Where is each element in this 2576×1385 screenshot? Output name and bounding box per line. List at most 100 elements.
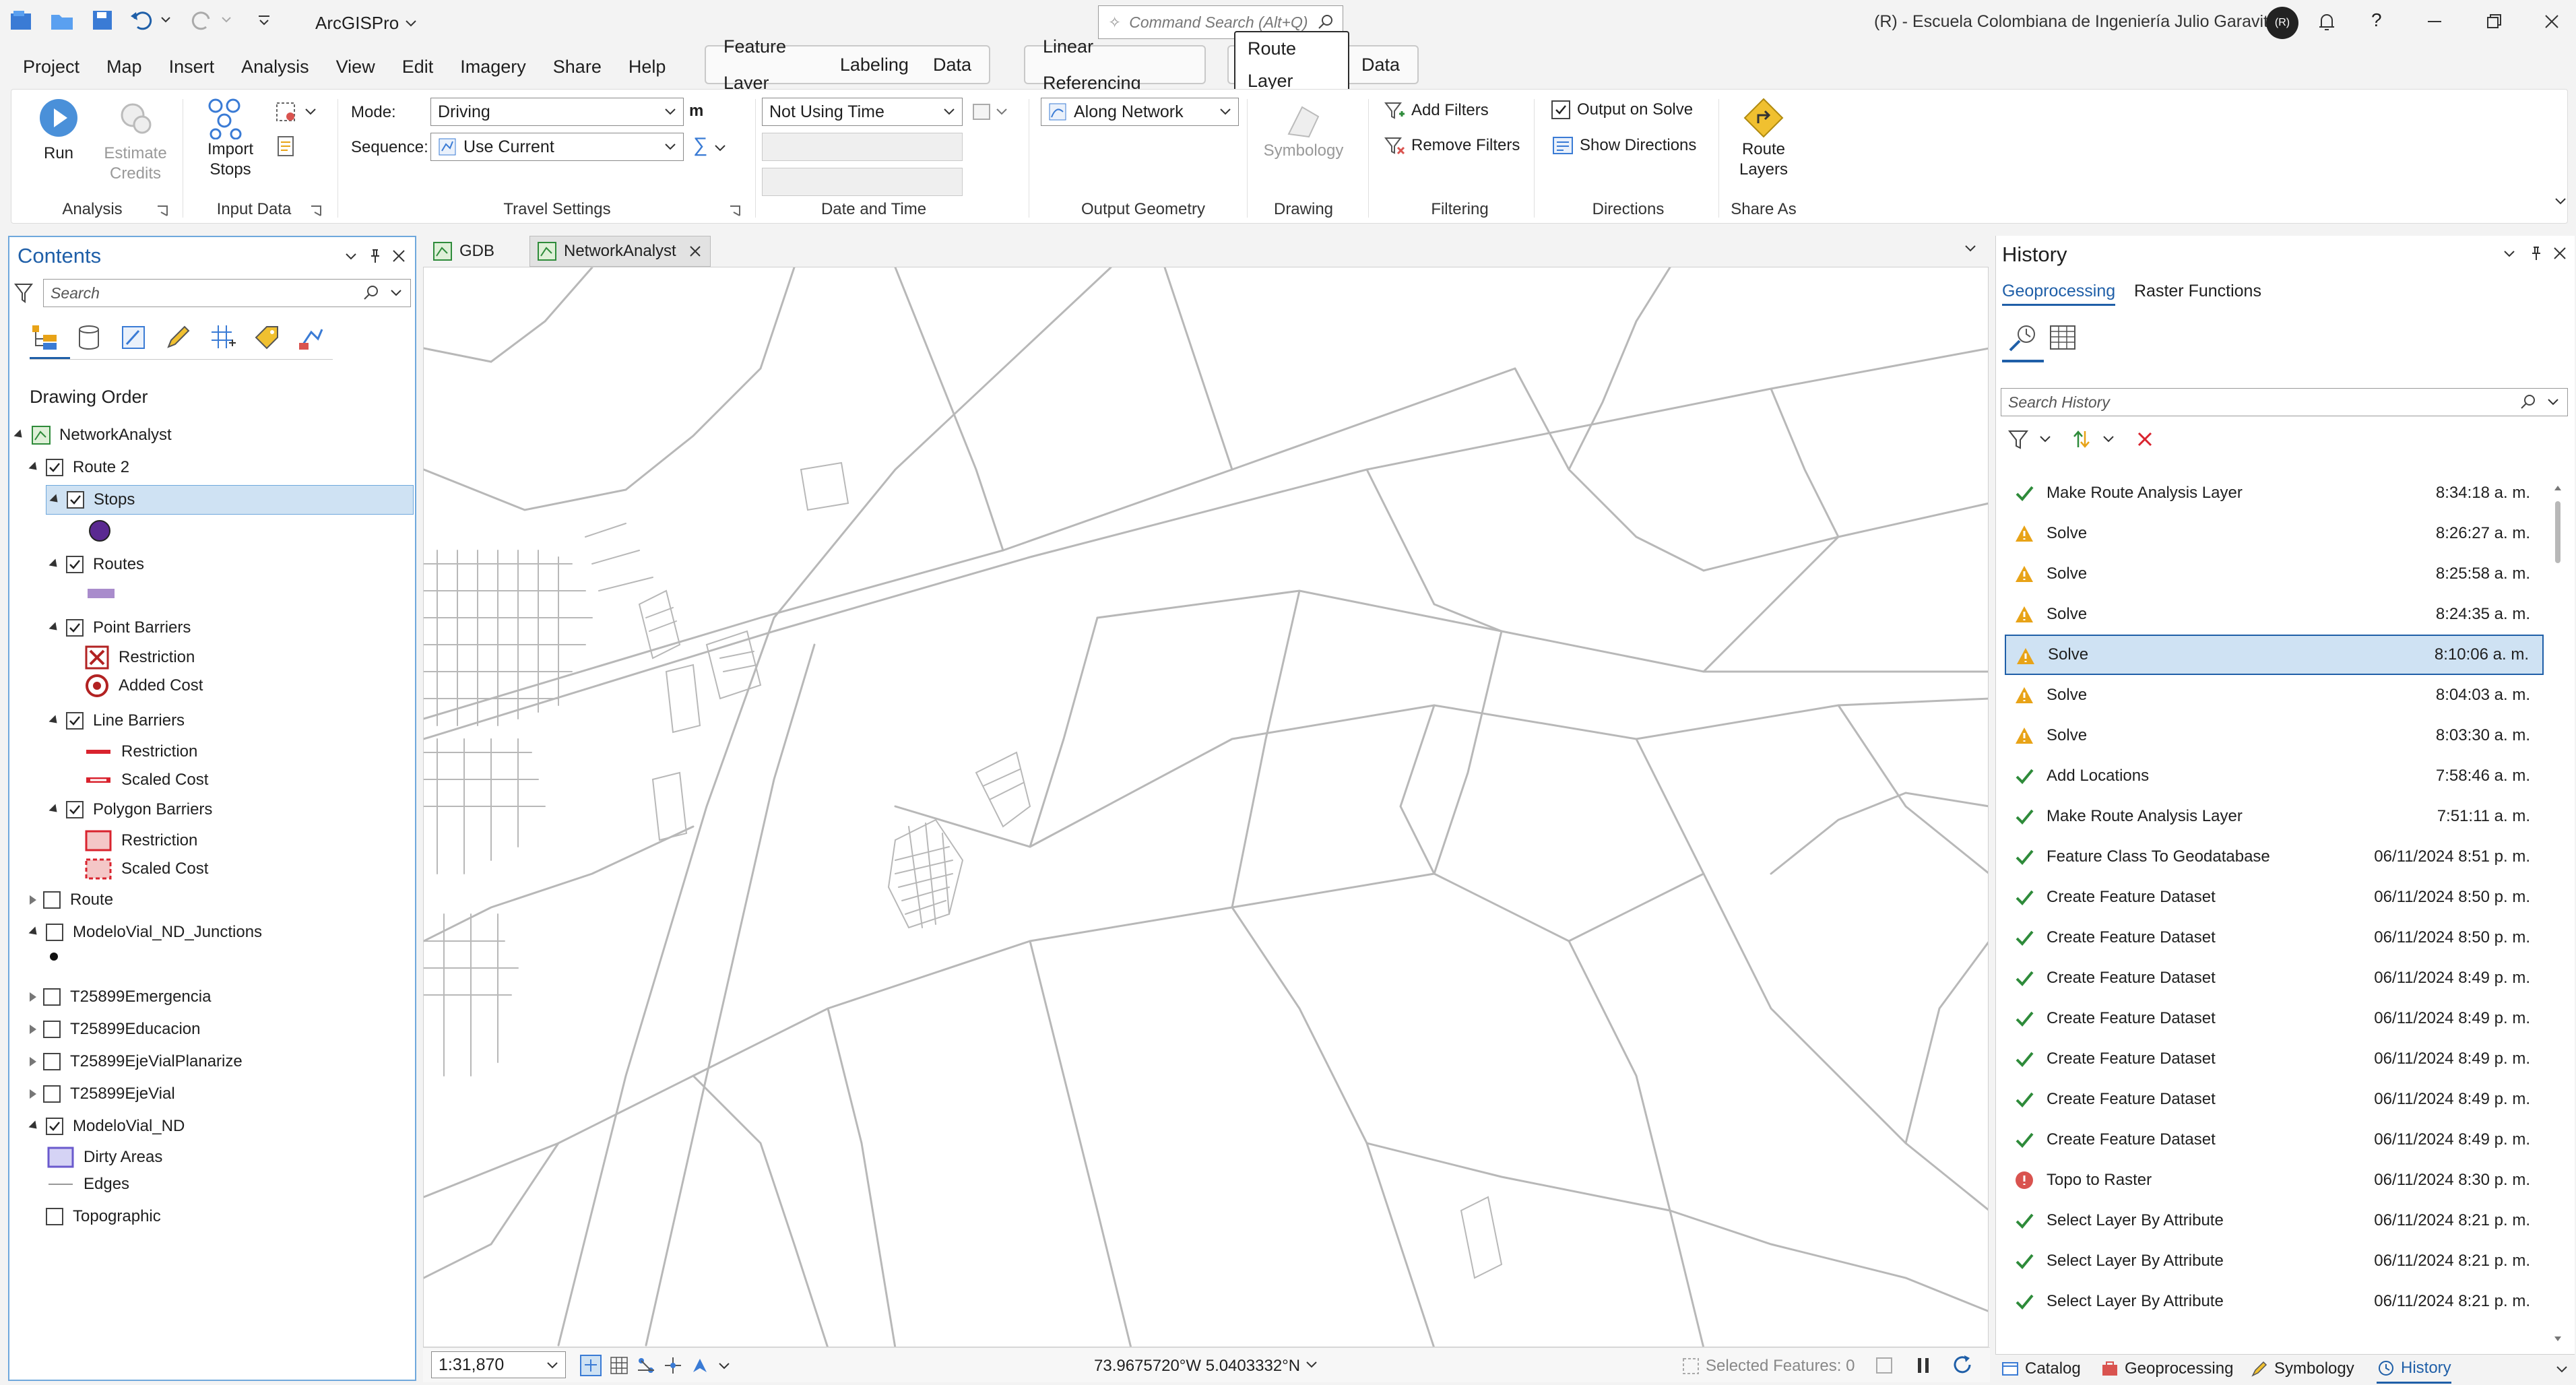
visibility-checkbox[interactable]	[43, 1053, 61, 1070]
history-scrollbar[interactable]	[2553, 482, 2563, 1345]
sequence-select[interactable]: Use Current	[430, 133, 684, 161]
expand-triangle-icon[interactable]	[30, 1025, 36, 1034]
tab-data[interactable]: Data	[921, 46, 984, 83]
tree-item-networkanalyst[interactable]: NetworkAnalyst	[9, 420, 414, 450]
tree-item-t25899ejevialplanarize[interactable]: T25899EjeVialPlanarize	[9, 1047, 414, 1076]
collapse-triangle-icon[interactable]	[28, 1120, 40, 1132]
sort-icon[interactable]	[2071, 428, 2092, 450]
bottom-tabs-dropdown-icon[interactable]	[2554, 1362, 2569, 1377]
tab-geoprocessing[interactable]: Geoprocessing	[2100, 1354, 2233, 1384]
visibility-checkbox[interactable]	[66, 619, 84, 637]
scale-select[interactable]: 1:31,870	[431, 1351, 566, 1378]
history-row[interactable]: Create Feature Dataset 06/11/2024 8:49 p.…	[2005, 1079, 2544, 1120]
history-row[interactable]: Create Feature Dataset 06/11/2024 8:49 p.…	[2005, 998, 2544, 1039]
tab-geoprocessing-history[interactable]: Geoprocessing	[2002, 282, 2116, 306]
expand-triangle-icon[interactable]	[30, 992, 36, 1002]
editing-icon[interactable]	[163, 323, 193, 352]
filter-icon[interactable]	[2007, 428, 2029, 450]
tab-labeling[interactable]: Labeling	[828, 46, 921, 83]
history-search-input[interactable]: Search History	[2001, 388, 2568, 416]
collapse-triangle-icon[interactable]	[49, 715, 61, 727]
run-button[interactable]: Run	[25, 96, 92, 164]
tree-item-t25899emergencia[interactable]: T25899Emergencia	[9, 982, 414, 1012]
history-view-icon[interactable]	[2005, 319, 2041, 356]
data-source-icon[interactable]	[74, 323, 104, 352]
collapse-triangle-icon[interactable]	[49, 622, 61, 634]
grid-icon[interactable]	[609, 1355, 629, 1376]
redo-dropdown-icon[interactable]	[220, 7, 236, 38]
tab-symbology[interactable]: Symbology	[2250, 1354, 2354, 1384]
analysis-launcher-icon[interactable]	[156, 204, 169, 218]
tab-raster-functions[interactable]: Raster Functions	[2134, 282, 2261, 301]
collapse-triangle-icon[interactable]	[49, 494, 61, 506]
sum-icon[interactable]: ∑	[693, 134, 707, 157]
contents-search-input[interactable]: Search	[43, 279, 411, 307]
menu-share[interactable]: Share	[540, 46, 615, 88]
history-row[interactable]: Add Locations 7:58:46 a. m.	[2005, 756, 2544, 796]
collapse-triangle-icon[interactable]	[49, 558, 61, 571]
menu-map[interactable]: Map	[93, 46, 156, 88]
restore-icon[interactable]	[2482, 9, 2506, 34]
tools-dropdown-icon[interactable]	[717, 1355, 732, 1376]
tab-networkanalyst[interactable]: NetworkAnalyst	[529, 236, 711, 267]
menu-insert[interactable]: Insert	[156, 46, 228, 88]
close-icon[interactable]	[2552, 245, 2568, 261]
tree-item-t25899educacion[interactable]: T25899Educacion	[9, 1014, 414, 1044]
collapse-triangle-icon[interactable]	[13, 429, 26, 441]
undo-icon[interactable]	[128, 7, 159, 38]
close-icon[interactable]	[391, 248, 407, 264]
visibility-checkbox[interactable]	[43, 891, 61, 909]
history-row[interactable]: Make Route Analysis Layer 8:34:18 a. m.	[2005, 473, 2544, 513]
remove-filters-button[interactable]: Remove Filters	[1383, 134, 1520, 157]
time-select[interactable]: Not Using Time	[762, 98, 963, 126]
history-row[interactable]: Topo to Raster 06/11/2024 8:30 p. m.	[2005, 1160, 2544, 1200]
tree-item-point-barriers[interactable]: Point Barriers	[46, 613, 414, 643]
filter-icon[interactable]	[13, 282, 34, 304]
save-icon[interactable]	[89, 7, 120, 38]
calendar-icon[interactable]	[972, 102, 992, 122]
close-tab-icon[interactable]	[687, 243, 703, 259]
scroll-down-icon[interactable]	[2553, 1334, 2563, 1345]
customize-qat-icon[interactable]	[256, 7, 276, 38]
expand-triangle-icon[interactable]	[30, 1057, 36, 1066]
app-title[interactable]: ArcGISPro	[315, 8, 419, 38]
menu-view[interactable]: View	[323, 46, 389, 88]
pane-options-icon[interactable]	[344, 249, 358, 264]
pause-drawing-icon[interactable]	[1913, 1355, 1933, 1376]
scroll-thumb[interactable]	[2555, 501, 2561, 563]
close-icon[interactable]	[2540, 9, 2564, 34]
clear-selection-icon[interactable]	[1874, 1355, 1894, 1376]
history-row[interactable]: Create Feature Dataset 06/11/2024 8:49 p.…	[2005, 1039, 2544, 1079]
snapping-toggle-icon[interactable]	[663, 1355, 683, 1376]
collapse-triangle-icon[interactable]	[49, 804, 61, 816]
history-row[interactable]: Solve 8:04:03 a. m.	[2005, 675, 2544, 715]
history-row[interactable]: Solve 8:26:27 a. m.	[2005, 513, 2544, 554]
history-row[interactable]: Create Feature Dataset 06/11/2024 8:49 p.…	[2005, 958, 2544, 998]
tab-gdb[interactable]: GDB	[426, 236, 501, 267]
menu-imagery[interactable]: Imagery	[447, 46, 540, 88]
scroll-up-icon[interactable]	[2553, 482, 2563, 493]
map-canvas[interactable]	[423, 267, 1989, 1347]
tree-item-routes[interactable]: Routes	[46, 550, 414, 579]
collapse-triangle-icon[interactable]	[28, 926, 40, 938]
tree-item-topographic[interactable]: Topographic	[9, 1202, 414, 1231]
minimize-icon[interactable]	[2422, 9, 2447, 34]
refresh-icon[interactable]	[1951, 1354, 1974, 1377]
history-row[interactable]: Select Layer By Attribute 06/11/2024 8:21…	[2005, 1200, 2544, 1241]
history-row[interactable]: Create Feature Dataset 06/11/2024 8:50 p.…	[2005, 877, 2544, 917]
history-row[interactable]: Solve 8:24:35 a. m.	[2005, 594, 2544, 635]
calendar-dropdown-icon[interactable]	[995, 103, 1008, 119]
history-row[interactable]: Solve 8:10:06 a. m.	[2005, 635, 2544, 675]
history-row[interactable]: Solve 8:25:58 a. m.	[2005, 554, 2544, 594]
time-field[interactable]	[762, 168, 963, 196]
tree-item-modelovial-nd-junctions[interactable]: ModeloVial_ND_Junctions	[9, 917, 414, 947]
visibility-checkbox[interactable]	[46, 459, 63, 476]
tree-item-line-barriers[interactable]: Line Barriers	[46, 706, 414, 736]
labeling-icon[interactable]	[252, 323, 282, 352]
visibility-checkbox[interactable]	[66, 556, 84, 573]
menu-help[interactable]: Help	[615, 46, 680, 88]
mode-select[interactable]: Driving	[430, 98, 684, 126]
coordinate-format-dropdown-icon[interactable]	[1304, 1357, 1319, 1373]
history-row[interactable]: Create Feature Dataset 06/11/2024 8:49 p.…	[2005, 1120, 2544, 1160]
clear-history-icon[interactable]	[2134, 428, 2156, 450]
